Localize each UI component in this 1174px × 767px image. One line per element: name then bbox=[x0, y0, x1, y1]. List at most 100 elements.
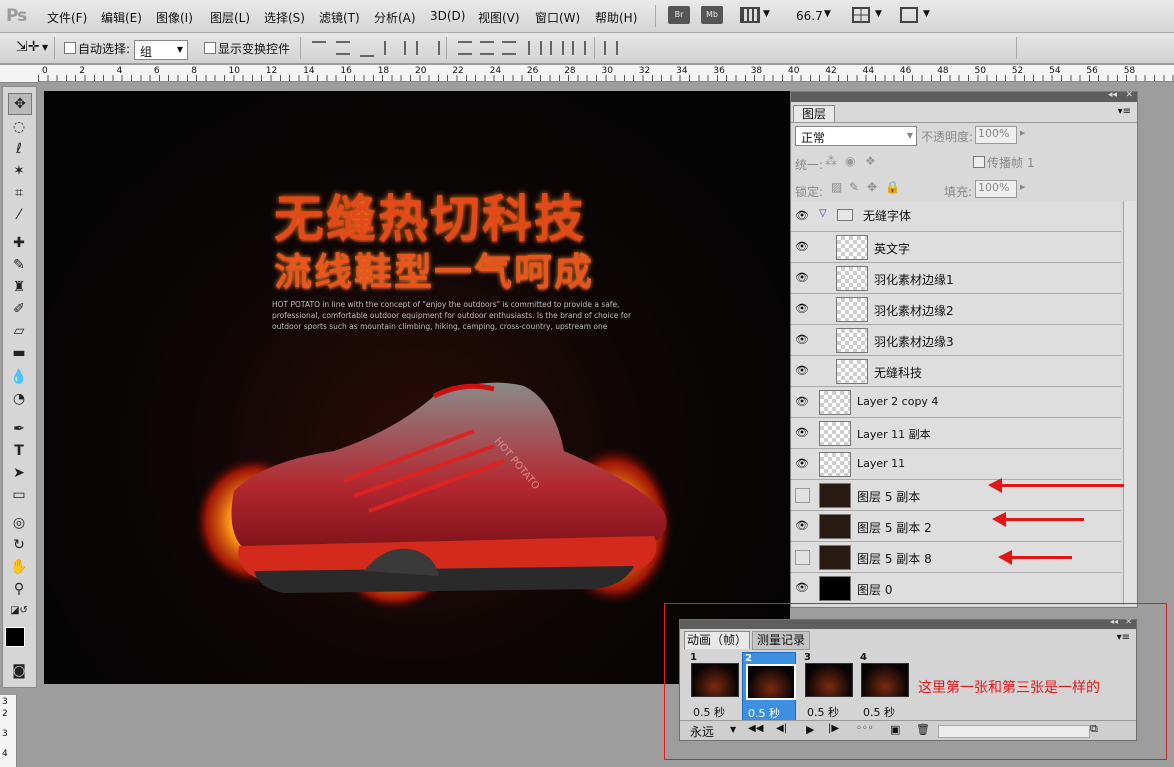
marquee-tool-icon[interactable]: ◌ bbox=[8, 117, 30, 137]
eye-icon[interactable]: 👁 bbox=[794, 332, 810, 347]
eye-icon[interactable]: 👁 bbox=[794, 518, 810, 533]
layer-row[interactable]: 👁 羽化素材边缘1 bbox=[791, 263, 1121, 294]
3d-rotate-tool-icon[interactable]: ◎ bbox=[8, 513, 30, 533]
chevron-down-icon[interactable]: ▼ bbox=[730, 725, 736, 734]
collapse-icon[interactable]: ◂◂ bbox=[1108, 90, 1117, 100]
move-tool-icon[interactable]: ✥ bbox=[8, 93, 32, 115]
path-selection-tool-icon[interactable]: ➤ bbox=[8, 463, 30, 483]
eyedropper-tool-icon[interactable]: ⁄ bbox=[8, 205, 30, 225]
swap-colors-icon[interactable]: ◪↺ bbox=[8, 601, 30, 621]
tab-animation-frames[interactable]: 动画（帧） bbox=[684, 631, 750, 649]
hidden-visibility-box[interactable] bbox=[795, 550, 810, 565]
close-icon[interactable]: ✕ bbox=[1125, 617, 1132, 626]
eye-icon[interactable]: 👁 bbox=[794, 208, 810, 223]
eye-icon[interactable]: 👁 bbox=[794, 456, 810, 471]
chevron-down-icon[interactable]: ▼ bbox=[42, 43, 48, 52]
lock-all-icon[interactable]: 🔒 bbox=[885, 180, 900, 194]
lock-position-icon[interactable]: ✥ bbox=[867, 180, 877, 194]
align-hcenter-icon[interactable] bbox=[404, 41, 418, 55]
auto-align-icon[interactable] bbox=[604, 41, 618, 55]
panel-menu-icon[interactable]: ▾≡ bbox=[1118, 106, 1131, 117]
layer-row[interactable]: 👁 羽化素材边缘3 bbox=[791, 325, 1121, 356]
menu-layer[interactable]: 图层(L) bbox=[210, 9, 250, 26]
quick-mask-icon[interactable]: ◙ bbox=[8, 661, 30, 681]
hand-tool-icon[interactable]: ✋ bbox=[8, 557, 30, 577]
pen-tool-icon[interactable]: ✒ bbox=[8, 419, 30, 439]
eye-icon[interactable]: 👁 bbox=[794, 270, 810, 285]
auto-select-dropdown[interactable]: 组 ▼ bbox=[134, 40, 188, 60]
frame-delay[interactable]: 0.5 秒 bbox=[693, 704, 725, 720]
layer-row[interactable]: 👁 图层 5 副本 2 bbox=[791, 511, 1121, 542]
distribute-top-icon[interactable] bbox=[458, 41, 472, 55]
blur-tool-icon[interactable]: 💧 bbox=[8, 367, 30, 387]
loop-option[interactable]: 永远 bbox=[690, 723, 714, 740]
brush-tool-icon[interactable]: ✎ bbox=[8, 255, 30, 275]
chevron-down-icon[interactable]: ▼ bbox=[923, 9, 930, 19]
animation-frame[interactable]: 4 0.5 秒 bbox=[858, 652, 910, 720]
distribute-left-icon[interactable] bbox=[528, 41, 542, 55]
layer-row[interactable]: 👁 Layer 11 bbox=[791, 449, 1121, 480]
layer-row[interactable]: 👁 无缝科技 bbox=[791, 356, 1121, 387]
clone-stamp-tool-icon[interactable]: ♜ bbox=[8, 277, 30, 297]
animation-frame[interactable]: 1 0.5 秒 bbox=[688, 652, 740, 720]
mini-bridge-button[interactable]: Mb bbox=[701, 6, 723, 24]
menu-window[interactable]: 窗口(W) bbox=[535, 9, 580, 26]
menu-select[interactable]: 选择(S) bbox=[264, 9, 305, 26]
menu-view[interactable]: 视图(V) bbox=[478, 9, 520, 26]
frame-delay[interactable]: 0.5 秒 bbox=[807, 704, 839, 720]
chevron-right-icon[interactable]: ▶ bbox=[1020, 129, 1025, 137]
zoom-tool-icon[interactable]: ⚲ bbox=[8, 579, 30, 599]
lock-pixels-icon[interactable]: ✎ bbox=[849, 180, 859, 194]
tween-icon[interactable]: ◦◦◦ bbox=[856, 723, 874, 734]
chevron-down-icon[interactable]: ▼ bbox=[875, 9, 882, 19]
fill-input[interactable]: 100% bbox=[975, 180, 1017, 198]
align-vcenter-icon[interactable] bbox=[336, 41, 350, 55]
delete-frame-icon[interactable]: 🗑 bbox=[916, 723, 930, 736]
show-transform-checkbox[interactable] bbox=[204, 42, 216, 54]
layer-row[interactable]: 👁 图层 0 bbox=[791, 573, 1121, 604]
layers-scrollbar[interactable] bbox=[1123, 201, 1136, 605]
history-brush-tool-icon[interactable]: ✐ bbox=[8, 299, 30, 319]
layer-row[interactable]: 👁 Layer 2 copy 4 bbox=[791, 387, 1121, 418]
zoom-level[interactable]: 66.7 bbox=[796, 9, 823, 23]
3d-orbit-tool-icon[interactable]: ↻ bbox=[8, 535, 30, 555]
play-icon[interactable]: ▶ bbox=[806, 723, 814, 736]
bridge-button[interactable]: Br bbox=[668, 6, 690, 24]
crop-tool-icon[interactable]: ⌗ bbox=[8, 183, 30, 203]
propagate-checkbox[interactable] bbox=[973, 156, 985, 168]
eye-icon[interactable]: 👁 bbox=[794, 363, 810, 378]
opacity-input[interactable]: 100% bbox=[975, 126, 1017, 144]
document-canvas[interactable]: 无缝热切科技 流线鞋型一气呵成 HOT POTATO in line with … bbox=[44, 91, 790, 684]
panel-menu-icon[interactable]: ▾≡ bbox=[1117, 632, 1130, 643]
unify-style-icon[interactable]: ❖ bbox=[865, 154, 876, 168]
gradient-tool-icon[interactable]: ▬ bbox=[8, 343, 30, 363]
animation-frame[interactable]: 3 0.5 秒 bbox=[802, 652, 854, 720]
layer-row[interactable]: 👁 Layer 11 副本 bbox=[791, 418, 1121, 449]
menu-filter[interactable]: 滤镜(T) bbox=[319, 9, 360, 26]
move-tool-icon[interactable]: ⇲✛ bbox=[16, 39, 39, 55]
align-bottom-icon[interactable] bbox=[360, 41, 374, 57]
distribute-vcenter-icon[interactable] bbox=[480, 41, 494, 55]
close-icon[interactable]: ✕ bbox=[1125, 90, 1133, 100]
distribute-hcenter-icon[interactable] bbox=[550, 41, 564, 55]
menu-file[interactable]: 文件(F) bbox=[47, 9, 87, 26]
menu-3d[interactable]: 3D(D) bbox=[430, 9, 465, 23]
eye-icon[interactable]: 👁 bbox=[794, 239, 810, 254]
healing-brush-tool-icon[interactable]: ✚ bbox=[8, 233, 30, 253]
previous-frame-icon[interactable]: ◀| bbox=[776, 723, 787, 734]
foreground-color-swatch[interactable] bbox=[5, 627, 25, 647]
distribute-bottom-icon[interactable] bbox=[502, 41, 516, 55]
layer-row-group[interactable]: 👁 ▽ 无缝字体 bbox=[791, 201, 1121, 232]
hidden-visibility-box[interactable] bbox=[795, 488, 810, 503]
arrange-documents-icon[interactable] bbox=[852, 7, 870, 23]
align-top-icon[interactable] bbox=[312, 41, 326, 57]
next-frame-icon[interactable]: |▶ bbox=[828, 723, 839, 734]
chevron-down-icon[interactable]: ▼ bbox=[763, 9, 770, 19]
type-tool-icon[interactable]: T bbox=[8, 441, 30, 461]
first-frame-icon[interactable]: ◀◀ bbox=[748, 723, 763, 734]
eye-icon[interactable]: 👁 bbox=[794, 301, 810, 316]
eraser-tool-icon[interactable]: ▱ bbox=[8, 321, 30, 341]
tab-layers[interactable]: 图层 bbox=[793, 105, 835, 122]
animation-frame-selected[interactable]: 2 0.5 秒 bbox=[742, 652, 796, 722]
convert-timeline-icon[interactable]: ⧉ bbox=[1090, 722, 1098, 736]
